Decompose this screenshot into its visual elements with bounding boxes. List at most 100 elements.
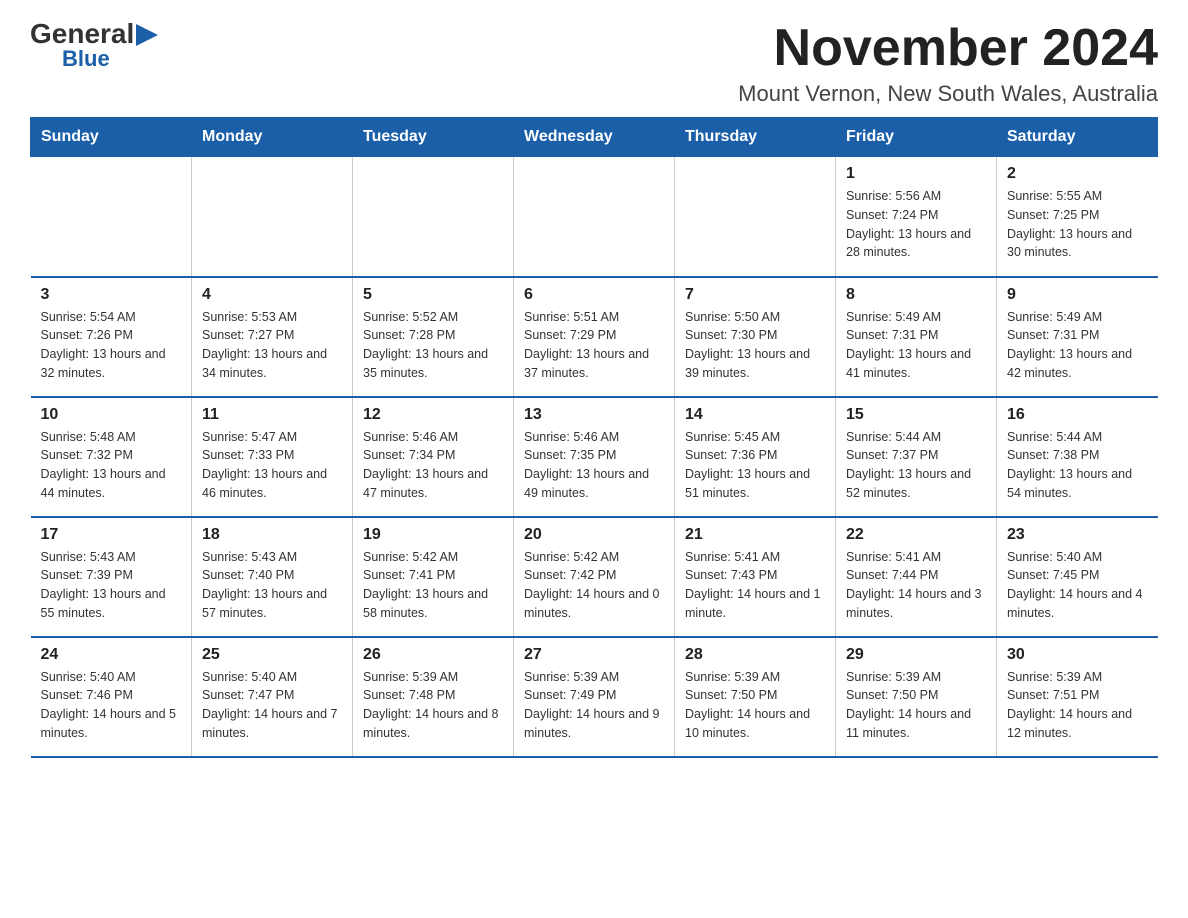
day-info: Sunrise: 5:39 AMSunset: 7:50 PMDaylight:… <box>846 668 986 743</box>
header-tuesday: Tuesday <box>353 118 514 157</box>
week-row-1: 1Sunrise: 5:56 AMSunset: 7:24 PMDaylight… <box>31 157 1158 277</box>
day-info: Sunrise: 5:49 AMSunset: 7:31 PMDaylight:… <box>846 308 986 383</box>
calendar-cell <box>353 157 514 277</box>
header-monday: Monday <box>192 118 353 157</box>
day-number: 23 <box>1007 526 1148 544</box>
page-header: General Blue November 2024 Mount Vernon,… <box>30 20 1158 107</box>
day-info: Sunrise: 5:39 AMSunset: 7:50 PMDaylight:… <box>685 668 825 743</box>
day-info: Sunrise: 5:41 AMSunset: 7:44 PMDaylight:… <box>846 548 986 623</box>
day-info: Sunrise: 5:42 AMSunset: 7:42 PMDaylight:… <box>524 548 664 623</box>
day-info: Sunrise: 5:41 AMSunset: 7:43 PMDaylight:… <box>685 548 825 623</box>
calendar-cell: 21 Sunrise: 5:41 AMSunset: 7:43 PMDayligh… <box>675 517 836 637</box>
calendar-cell: 6Sunrise: 5:51 AMSunset: 7:29 PMDaylight… <box>514 277 675 397</box>
calendar-cell: 15Sunrise: 5:44 AMSunset: 7:37 PMDayligh… <box>836 397 997 517</box>
day-number: 9 <box>1007 286 1148 304</box>
logo-general-text: General <box>30 20 134 48</box>
day-number: 2 <box>1007 165 1148 183</box>
location-title: Mount Vernon, New South Wales, Australia <box>738 81 1158 107</box>
month-title: November 2024 <box>738 20 1158 77</box>
calendar-cell <box>192 157 353 277</box>
day-number: 29 <box>846 646 986 664</box>
calendar-cell: 25Sunrise: 5:40 AMSunset: 7:47 PMDayligh… <box>192 637 353 757</box>
calendar-cell: 26 Sunrise: 5:39 AMSunset: 7:48 PMDayligh… <box>353 637 514 757</box>
day-number: 19 <box>363 526 503 544</box>
day-info: Sunrise: 5:55 AMSunset: 7:25 PMDaylight:… <box>1007 187 1148 262</box>
calendar-cell: 11 Sunrise: 5:47 AMSunset: 7:33 PMDayligh… <box>192 397 353 517</box>
day-info: Sunrise: 5:46 AMSunset: 7:34 PMDaylight:… <box>363 428 503 503</box>
week-row-2: 3 Sunrise: 5:54 AMSunset: 7:26 PMDaylight… <box>31 277 1158 397</box>
calendar-cell: 14 Sunrise: 5:45 AMSunset: 7:36 PMDayligh… <box>675 397 836 517</box>
day-number: 14 <box>685 406 825 424</box>
day-info: Sunrise: 5:39 AMSunset: 7:51 PMDaylight:… <box>1007 668 1148 743</box>
calendar-cell: 1Sunrise: 5:56 AMSunset: 7:24 PMDaylight… <box>836 157 997 277</box>
day-info: Sunrise: 5:43 AMSunset: 7:39 PMDaylight:… <box>41 548 182 623</box>
header-thursday: Thursday <box>675 118 836 157</box>
day-number: 10 <box>41 406 182 424</box>
day-info: Sunrise: 5:40 AMSunset: 7:45 PMDaylight:… <box>1007 548 1148 623</box>
logo-triangle-icon <box>136 24 158 46</box>
day-number: 24 <box>41 646 182 664</box>
calendar-cell <box>31 157 192 277</box>
calendar-cell: 24 Sunrise: 5:40 AMSunset: 7:46 PMDayligh… <box>31 637 192 757</box>
day-number: 26 <box>363 646 503 664</box>
header-saturday: Saturday <box>997 118 1158 157</box>
day-info: Sunrise: 5:40 AMSunset: 7:46 PMDaylight:… <box>41 668 182 743</box>
day-info: Sunrise: 5:50 AMSunset: 7:30 PMDaylight:… <box>685 308 825 383</box>
day-info: Sunrise: 5:48 AMSunset: 7:32 PMDaylight:… <box>41 428 182 503</box>
calendar-cell <box>514 157 675 277</box>
calendar-cell: 7 Sunrise: 5:50 AMSunset: 7:30 PMDaylight… <box>675 277 836 397</box>
day-number: 21 <box>685 526 825 544</box>
day-info: Sunrise: 5:46 AMSunset: 7:35 PMDaylight:… <box>524 428 664 503</box>
day-info: Sunrise: 5:42 AMSunset: 7:41 PMDaylight:… <box>363 548 503 623</box>
header-wednesday: Wednesday <box>514 118 675 157</box>
day-number: 13 <box>524 406 664 424</box>
day-info: Sunrise: 5:43 AMSunset: 7:40 PMDaylight:… <box>202 548 342 623</box>
day-info: Sunrise: 5:49 AMSunset: 7:31 PMDaylight:… <box>1007 308 1148 383</box>
week-row-5: 24 Sunrise: 5:40 AMSunset: 7:46 PMDayligh… <box>31 637 1158 757</box>
calendar-cell: 8Sunrise: 5:49 AMSunset: 7:31 PMDaylight… <box>836 277 997 397</box>
calendar-header-row: SundayMondayTuesdayWednesdayThursdayFrid… <box>31 118 1158 157</box>
calendar-cell: 2 Sunrise: 5:55 AMSunset: 7:25 PMDaylight… <box>997 157 1158 277</box>
calendar-cell: 10 Sunrise: 5:48 AMSunset: 7:32 PMDayligh… <box>31 397 192 517</box>
day-number: 17 <box>41 526 182 544</box>
day-number: 25 <box>202 646 342 664</box>
week-row-4: 17 Sunrise: 5:43 AMSunset: 7:39 PMDayligh… <box>31 517 1158 637</box>
day-number: 28 <box>685 646 825 664</box>
calendar-cell <box>675 157 836 277</box>
calendar-cell: 12 Sunrise: 5:46 AMSunset: 7:34 PMDayligh… <box>353 397 514 517</box>
day-number: 27 <box>524 646 664 664</box>
calendar-cell: 29 Sunrise: 5:39 AMSunset: 7:50 PMDayligh… <box>836 637 997 757</box>
calendar-cell: 9 Sunrise: 5:49 AMSunset: 7:31 PMDaylight… <box>997 277 1158 397</box>
day-number: 5 <box>363 286 503 304</box>
day-info: Sunrise: 5:52 AMSunset: 7:28 PMDaylight:… <box>363 308 503 383</box>
calendar-cell: 3 Sunrise: 5:54 AMSunset: 7:26 PMDaylight… <box>31 277 192 397</box>
logo-blue-text: Blue <box>62 48 110 70</box>
calendar-cell: 5 Sunrise: 5:52 AMSunset: 7:28 PMDaylight… <box>353 277 514 397</box>
week-row-3: 10 Sunrise: 5:48 AMSunset: 7:32 PMDayligh… <box>31 397 1158 517</box>
day-info: Sunrise: 5:53 AMSunset: 7:27 PMDaylight:… <box>202 308 342 383</box>
day-info: Sunrise: 5:45 AMSunset: 7:36 PMDaylight:… <box>685 428 825 503</box>
header-friday: Friday <box>836 118 997 157</box>
day-number: 18 <box>202 526 342 544</box>
day-number: 30 <box>1007 646 1148 664</box>
day-info: Sunrise: 5:39 AMSunset: 7:49 PMDaylight:… <box>524 668 664 743</box>
calendar-cell: 20Sunrise: 5:42 AMSunset: 7:42 PMDayligh… <box>514 517 675 637</box>
day-info: Sunrise: 5:54 AMSunset: 7:26 PMDaylight:… <box>41 308 182 383</box>
calendar-table: SundayMondayTuesdayWednesdayThursdayFrid… <box>30 117 1158 758</box>
header-sunday: Sunday <box>31 118 192 157</box>
calendar-cell: 27 Sunrise: 5:39 AMSunset: 7:49 PMDayligh… <box>514 637 675 757</box>
calendar-cell: 30 Sunrise: 5:39 AMSunset: 7:51 PMDayligh… <box>997 637 1158 757</box>
calendar-cell: 13 Sunrise: 5:46 AMSunset: 7:35 PMDayligh… <box>514 397 675 517</box>
day-number: 15 <box>846 406 986 424</box>
day-info: Sunrise: 5:47 AMSunset: 7:33 PMDaylight:… <box>202 428 342 503</box>
day-info: Sunrise: 5:39 AMSunset: 7:48 PMDaylight:… <box>363 668 503 743</box>
day-number: 3 <box>41 286 182 304</box>
calendar-cell: 22Sunrise: 5:41 AMSunset: 7:44 PMDayligh… <box>836 517 997 637</box>
day-number: 7 <box>685 286 825 304</box>
day-number: 4 <box>202 286 342 304</box>
calendar-cell: 19 Sunrise: 5:42 AMSunset: 7:41 PMDayligh… <box>353 517 514 637</box>
day-number: 12 <box>363 406 503 424</box>
calendar-cell: 23 Sunrise: 5:40 AMSunset: 7:45 PMDayligh… <box>997 517 1158 637</box>
calendar-cell: 4 Sunrise: 5:53 AMSunset: 7:27 PMDaylight… <box>192 277 353 397</box>
day-number: 11 <box>202 406 342 424</box>
